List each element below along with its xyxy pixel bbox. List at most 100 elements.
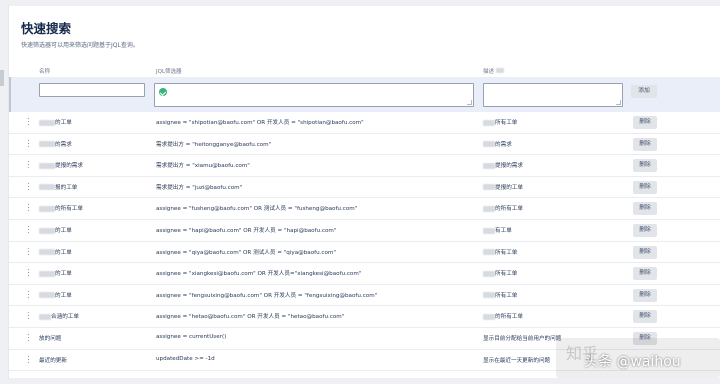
drag-handle-icon[interactable] <box>27 333 30 343</box>
redacted-block <box>483 292 495 299</box>
redacted-block <box>39 227 55 234</box>
row-name-text: 的工单 <box>55 120 72 126</box>
row-description-text: 有工单 <box>495 228 512 234</box>
row-description-cell: 显示在最近一天更新的问题 <box>483 356 550 364</box>
table-row: 的工单 assignee = "fengsuixing@baofu.com" OR… <box>9 285 720 307</box>
resize-handle-icon[interactable] <box>616 100 621 105</box>
drag-handle-icon[interactable] <box>27 246 30 257</box>
redacted-block <box>39 313 51 320</box>
row-description-text: 所有工单 <box>495 271 518 278</box>
redacted-block <box>483 249 495 256</box>
row-description-text: 提报的需求 <box>495 163 523 170</box>
row-name-cell: 的工单 <box>39 269 72 277</box>
add-filter-row <box>9 77 720 112</box>
row-description-text: 的所有工单 <box>495 206 523 213</box>
delete-button[interactable]: 删除 <box>633 202 657 216</box>
delete-button[interactable]: 删除 <box>633 288 657 302</box>
delete-button[interactable]: 删除 <box>633 137 657 151</box>
redacted-block <box>39 249 55 256</box>
row-description-cell: 所有工单 <box>483 118 517 126</box>
redacted-block <box>483 313 495 320</box>
table-row: 的工单 assignee = "xiangkesi@baofu.com" OR 开… <box>9 263 720 285</box>
drag-handle-icon[interactable] <box>27 117 30 127</box>
jql-textarea[interactable] <box>154 83 474 107</box>
row-name-text: 最近的更新 <box>39 357 67 364</box>
redacted-block <box>483 141 495 148</box>
drag-handle-icon[interactable] <box>27 160 30 171</box>
row-name-text: 的工单 <box>55 249 72 256</box>
redacted-block <box>39 141 55 148</box>
row-description-text: 显示目前分配给当前用户的问题 <box>483 336 562 342</box>
row-jql-cell: 需求提出方 = "heitongganye@baofu.com" <box>156 141 272 148</box>
delete-button[interactable]: 删除 <box>633 245 657 259</box>
row-jql-cell: assignee = "hetao@baofu.com" OR 开发人员 = "… <box>156 314 345 321</box>
row-name-cell: 的工单 <box>39 291 72 299</box>
row-jql-cell: assignee = "xiangkesi@baofu.com" OR 开发人员… <box>156 271 362 278</box>
delete-button[interactable]: 删除 <box>633 159 657 173</box>
row-name-cell: 合涵的工单 <box>39 312 79 320</box>
name-input[interactable] <box>39 83 145 97</box>
row-name-cell: 的工单 <box>39 226 72 234</box>
redacted-block <box>39 162 55 169</box>
table-row: 的需求 需求提出方 = "heitongganye@baofu.com" 的需求 删除 <box>9 134 720 156</box>
row-description-cell: 的所有工单 <box>483 312 523 320</box>
row-description-text: 的需求 <box>495 141 512 148</box>
row-name-text: 的所有工单 <box>55 206 83 213</box>
redacted-block <box>483 162 495 169</box>
description-textarea[interactable] <box>483 83 623 107</box>
row-name-cell: 报的工单 <box>39 183 77 191</box>
drag-handle-icon[interactable] <box>27 354 30 365</box>
row-description-text: 显示在最近一天更新的问题 <box>483 357 551 364</box>
drag-handle-icon[interactable] <box>27 225 30 235</box>
table-row: 的工单 assignee = "qiya@baofu.com" OR 测试人员 =… <box>9 242 720 264</box>
redacted-block <box>495 68 504 73</box>
row-jql-cell: assignee = "qiya@baofu.com" OR 测试人员 = "q… <box>156 249 336 256</box>
delete-button[interactable]: 删除 <box>633 310 657 324</box>
drag-handle-icon[interactable] <box>27 138 30 149</box>
page-description: 快速筛选器可以用来筛选问题基于JQL查询。 <box>21 42 139 49</box>
delete-button[interactable]: 删除 <box>633 224 657 237</box>
page-title: 快速搜索 <box>21 21 72 36</box>
table-row: 报的工单 需求提出方 = "juzi@baofu.com" 提报的工单 删除 <box>9 177 720 199</box>
row-description-cell: 显示目前分配给当前用户的问题 <box>483 334 561 342</box>
jql-valid-check-icon <box>159 88 167 96</box>
row-jql-cell: assignee = "fusheng@baofu.com" OR 测试人员 =… <box>156 206 358 213</box>
quick-filters-panel: 快速搜索 快速筛选器可以用来筛选问题基于JQL查询。 名称 JQL筛选器 描述 … <box>8 6 720 378</box>
table-row: 的所有工单 assignee = "fusheng@baofu.com" OR 测… <box>9 198 720 220</box>
drag-handle-icon[interactable] <box>27 181 30 192</box>
row-jql-cell: assignee = "shipotian@baofu.com" OR 开发人员… <box>156 120 364 126</box>
row-name-text: 的工单 <box>55 292 72 299</box>
add-button[interactable]: 添加 <box>631 85 657 98</box>
row-left-accent <box>9 77 11 112</box>
table-row: 合涵的工单 assignee = "hetao@baofu.com" OR 开发人… <box>9 306 720 328</box>
redacted-block <box>39 292 55 299</box>
redacted-block <box>39 205 55 212</box>
row-description-cell: 所有工单 <box>483 291 517 299</box>
row-name-cell: 的需求 <box>39 140 72 148</box>
row-name-cell: 放的问题 <box>39 334 61 342</box>
row-description-cell: 提报的需求 <box>483 161 523 169</box>
row-name-text: 合涵的工单 <box>51 314 79 321</box>
redacted-block <box>483 227 495 234</box>
row-description-text: 所有工单 <box>495 249 518 256</box>
drag-handle-icon[interactable] <box>27 311 30 322</box>
row-description-cell: 的所有工单 <box>483 204 523 212</box>
redacted-block <box>39 184 55 191</box>
row-description-cell: 所有工单 <box>483 248 517 256</box>
row-name-cell: 最近的更新 <box>39 356 67 364</box>
drag-handle-icon[interactable] <box>27 203 30 214</box>
delete-button[interactable]: 删除 <box>633 116 657 129</box>
row-description-cell: 所有工单 <box>483 269 517 277</box>
redacted-block <box>39 119 55 126</box>
table-row: 的工单 assignee = "shipotian@baofu.com" OR 开… <box>9 112 720 134</box>
resize-handle-icon[interactable] <box>467 100 472 105</box>
drag-handle-icon[interactable] <box>27 268 30 279</box>
column-header-description: 描述 <box>483 67 504 75</box>
table-row: 的工单 assignee = "hapi@baofu.com" OR 开发人员 =… <box>9 220 720 242</box>
watermark-text: 头条 @waihou <box>584 354 681 370</box>
row-description-text: 提报的工单 <box>495 184 523 191</box>
row-name-cell: 提报的需求 <box>39 161 83 169</box>
drag-handle-icon[interactable] <box>27 289 30 300</box>
delete-button[interactable]: 删除 <box>633 180 657 194</box>
delete-button[interactable]: 删除 <box>633 267 657 281</box>
